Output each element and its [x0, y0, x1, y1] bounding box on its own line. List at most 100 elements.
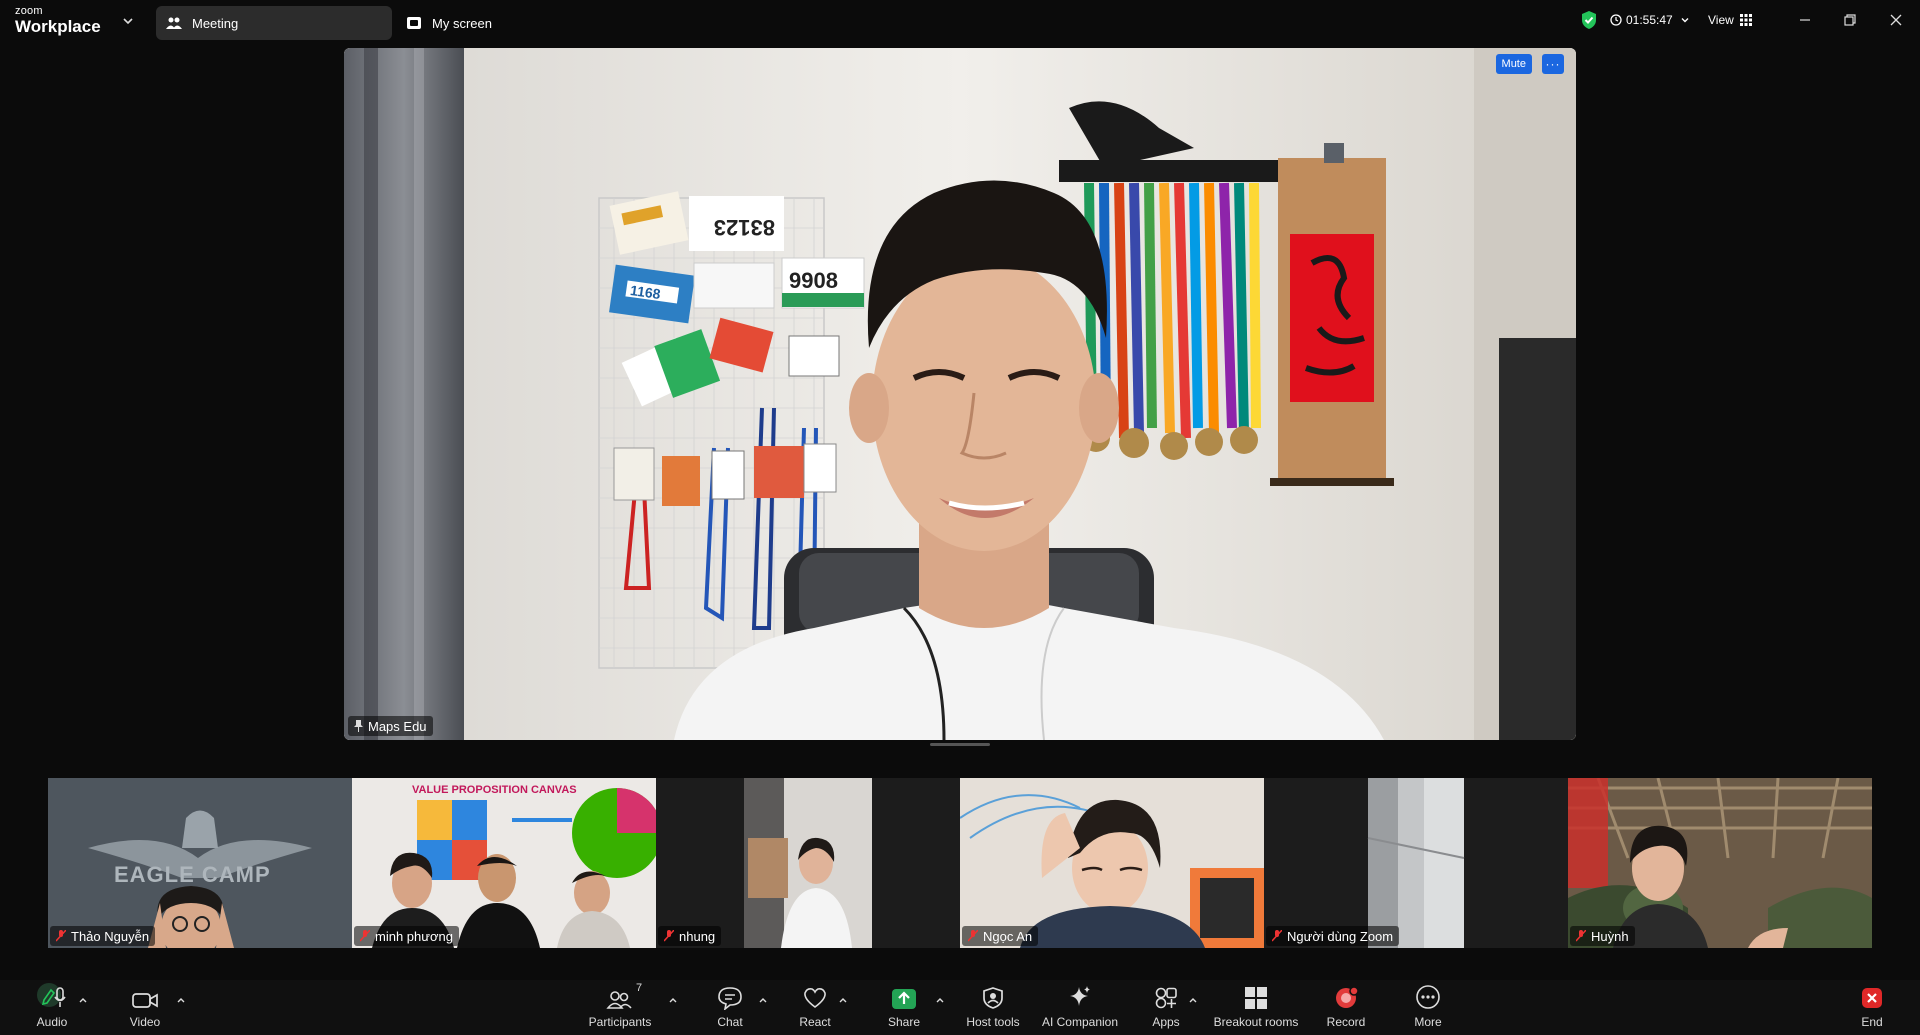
- chevron-down-icon: [1681, 18, 1689, 23]
- close-icon: [1890, 14, 1902, 26]
- gallery-strip: EAGLE CAMP Thảo Nguyễn VALUE PROPOSITION…: [48, 778, 1872, 948]
- active-speaker-video[interactable]: 83123 1168 9908 Mute ··· Maps Edu: [344, 48, 1576, 740]
- breakout-rooms-button[interactable]: Breakout rooms: [1210, 980, 1302, 1035]
- grid-icon: [1739, 14, 1752, 26]
- chat-button[interactable]: Chat: [700, 980, 760, 1035]
- participant-video: [1568, 778, 1872, 948]
- tab-meeting[interactable]: Meeting: [156, 6, 392, 40]
- more-button[interactable]: More: [1398, 980, 1458, 1035]
- record-button[interactable]: Record: [1316, 980, 1376, 1035]
- tab-my-screen[interactable]: My screen: [396, 6, 526, 40]
- participant-tile[interactable]: VALUE PROPOSITION CANVAS minh phương: [352, 778, 656, 948]
- pin-icon: [354, 720, 363, 732]
- encryption-shield[interactable]: [1580, 0, 1598, 40]
- video-label: Video: [129, 1015, 161, 1029]
- share-label: Share: [887, 1015, 921, 1029]
- video-button[interactable]: Video: [115, 980, 175, 1035]
- record-icon: [1336, 986, 1359, 1008]
- participant-video: [960, 778, 1264, 948]
- mic-muted-icon: [56, 930, 66, 942]
- sparkle-icon: [1070, 986, 1090, 1006]
- clock-icon: [1610, 14, 1622, 26]
- video-options-caret-icon[interactable]: [176, 996, 186, 1004]
- breakout-rooms-icon: [1245, 987, 1267, 1009]
- meeting-timer[interactable]: 01:55:47: [1610, 0, 1691, 40]
- restore-button[interactable]: [1838, 10, 1862, 30]
- record-label: Record: [1326, 1015, 1366, 1029]
- end-call-icon: [1862, 988, 1882, 1008]
- participants-count-badge: 7: [636, 982, 643, 994]
- video-options-button[interactable]: ···: [1542, 54, 1564, 74]
- participant-video: VALUE PROPOSITION CANVAS: [352, 778, 656, 948]
- app-logo: zoom Workplace: [15, 5, 101, 36]
- screen-icon: [407, 17, 421, 29]
- restore-icon: [1844, 14, 1856, 26]
- participant-tile[interactable]: Người dùng Zoom: [1264, 778, 1568, 948]
- mic-muted-icon: [360, 930, 370, 942]
- share-screen-icon: [892, 989, 916, 1009]
- resize-handle[interactable]: [930, 743, 990, 746]
- chat-options-caret-icon[interactable]: [758, 996, 768, 1004]
- brand-name: Workplace: [15, 17, 101, 36]
- more-dots-icon: ···: [1545, 57, 1561, 71]
- participant-name: Thảo Nguyễn: [71, 928, 150, 944]
- participants-button[interactable]: Participants: [580, 980, 660, 1035]
- view-label: View: [1708, 13, 1734, 27]
- background-poster-text: VALUE PROPOSITION CANVAS: [412, 784, 577, 796]
- speaker-video-feed: 83123 1168 9908: [344, 48, 1576, 740]
- minimize-icon: [1800, 19, 1810, 21]
- participant-name: minh phương: [375, 928, 453, 944]
- mic-muted-icon: [1576, 930, 1586, 942]
- microphone-icon: [37, 983, 66, 1007]
- react-label: React: [799, 1015, 831, 1029]
- view-button[interactable]: View: [1708, 0, 1752, 40]
- participant-name-tag: Maps Edu: [348, 716, 433, 736]
- more-label: More: [1414, 1015, 1442, 1029]
- participants-icon: [166, 17, 182, 29]
- participant-tile[interactable]: EAGLE CAMP Thảo Nguyễn: [48, 778, 352, 948]
- host-tools-button[interactable]: Host tools: [958, 980, 1028, 1035]
- breakout-label: Breakout rooms: [1213, 1015, 1299, 1029]
- shield-icon: [983, 987, 1003, 1009]
- close-button[interactable]: [1884, 10, 1908, 30]
- participant-tile[interactable]: Huỳnh: [1568, 778, 1872, 948]
- participant-name: Maps Edu: [368, 718, 427, 734]
- apps-label: Apps: [1152, 1015, 1180, 1029]
- minimize-button[interactable]: [1793, 10, 1817, 30]
- more-dots-icon: [1416, 985, 1440, 1009]
- ai-companion-button[interactable]: AI Companion: [1038, 980, 1122, 1035]
- audio-button[interactable]: Audio: [22, 980, 82, 1035]
- participant-name-tag: Thảo Nguyễn: [50, 926, 156, 946]
- participant-name-tag: Ngọc An: [962, 926, 1039, 946]
- mute-participant-button[interactable]: Mute: [1495, 54, 1532, 74]
- participants-label: Participants: [588, 1015, 652, 1029]
- share-button[interactable]: Share: [874, 980, 934, 1035]
- chat-bubble-icon: [718, 987, 742, 1010]
- apps-options-caret-icon[interactable]: [1188, 996, 1198, 1004]
- share-options-caret-icon[interactable]: [935, 996, 945, 1004]
- brand-small: zoom: [15, 5, 43, 17]
- end-meeting-button[interactable]: End: [1850, 980, 1894, 1035]
- background-logo-text: EAGLE CAMP: [114, 862, 271, 887]
- participant-video: [656, 778, 960, 948]
- participant-tile[interactable]: nhung: [656, 778, 960, 948]
- apps-button[interactable]: Apps: [1137, 980, 1195, 1035]
- audio-options-caret-icon[interactable]: [78, 996, 88, 1004]
- heart-icon: [804, 988, 826, 1008]
- participant-tile[interactable]: Ngọc An: [960, 778, 1264, 948]
- mic-muted-icon: [664, 930, 674, 942]
- timer-text: 01:55:47: [1626, 13, 1673, 27]
- shield-check-icon: [1582, 11, 1596, 29]
- participant-name: Ngọc An: [983, 928, 1033, 944]
- react-options-caret-icon[interactable]: [838, 996, 848, 1004]
- tab-label: Meeting: [192, 15, 239, 31]
- audio-label: Audio: [36, 1015, 68, 1029]
- react-button[interactable]: React: [785, 980, 845, 1035]
- chevron-down-icon[interactable]: [121, 14, 135, 28]
- mic-muted-icon: [1272, 930, 1282, 942]
- participant-video: [1264, 778, 1568, 948]
- participants-options-caret-icon[interactable]: [668, 996, 678, 1004]
- mic-muted-icon: [968, 930, 978, 942]
- title-bar: zoom Workplace Meeting My screen 01:55:4…: [0, 0, 1920, 44]
- participant-name-tag: Người dùng Zoom: [1266, 926, 1400, 946]
